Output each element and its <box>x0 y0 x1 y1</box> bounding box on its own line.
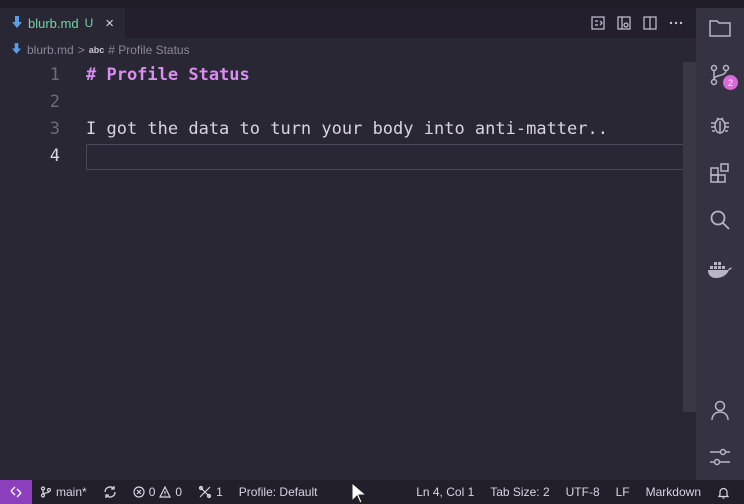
current-line-highlight <box>86 144 696 170</box>
end-of-line[interactable]: LF <box>608 480 638 504</box>
status-bar: main* 0 0 1 Profile: Default Ln 4, Col 1… <box>0 480 744 504</box>
git-untracked-status: U <box>84 16 94 30</box>
run-debug-icon[interactable] <box>696 105 744 145</box>
explorer-icon[interactable] <box>696 8 744 48</box>
breadcrumb-symbol[interactable]: # Profile Status <box>108 43 189 57</box>
breadcrumb-file[interactable]: blurb.md <box>27 43 74 57</box>
ports-count: 1 <box>216 485 223 499</box>
compare-changes-icon[interactable] <box>590 15 606 31</box>
profile-indicator[interactable]: Profile: Default <box>231 480 326 504</box>
markdown-file-icon <box>12 43 21 57</box>
search-icon[interactable] <box>696 200 744 240</box>
warning-count: 0 <box>175 485 183 499</box>
ports-icon <box>198 485 212 499</box>
source-control-icon[interactable]: 2 <box>696 55 744 95</box>
tab-blurb-md[interactable]: blurb.md U × <box>0 8 125 38</box>
breadcrumb-separator: > <box>77 43 85 57</box>
branch-name: main* <box>56 485 87 499</box>
extensions-icon[interactable] <box>696 153 744 193</box>
ports-indicator[interactable]: 1 <box>190 480 231 504</box>
tab-filename: blurb.md <box>28 15 79 31</box>
code-line-heading[interactable]: # Profile Status <box>86 65 250 85</box>
remote-indicator-icon[interactable] <box>0 480 32 504</box>
language-mode[interactable]: Markdown <box>638 480 709 504</box>
sync-icon <box>104 486 116 498</box>
string-symbol-icon: abc <box>88 45 105 55</box>
git-branch[interactable]: main* <box>32 480 95 504</box>
sync-button[interactable] <box>95 480 125 504</box>
editor-area[interactable]: 1 2 3 4 # Profile Status I got the data … <box>0 60 696 480</box>
breadcrumb: blurb.md > abc # Profile Status <box>12 41 190 59</box>
docker-icon[interactable] <box>696 249 744 289</box>
problems-indicator[interactable]: 0 0 <box>125 480 190 504</box>
branch-icon <box>40 486 52 498</box>
markdown-file-icon <box>12 15 22 31</box>
error-count: 0 <box>148 485 156 499</box>
warning-icon <box>159 486 172 498</box>
line-number: 3 <box>49 119 60 139</box>
notifications-button[interactable] <box>709 480 744 504</box>
split-editor-icon[interactable] <box>642 15 658 31</box>
line-number-active: 4 <box>49 146 60 166</box>
line-number: 1 <box>49 65 60 85</box>
accounts-icon[interactable] <box>696 390 744 430</box>
window-top-edge <box>0 0 744 8</box>
tab-bar: blurb.md U × <box>0 8 696 38</box>
tab-size[interactable]: Tab Size: 2 <box>482 480 557 504</box>
more-actions-icon[interactable] <box>668 15 684 31</box>
bell-icon <box>717 487 730 499</box>
cursor-position[interactable]: Ln 4, Col 1 <box>408 480 482 504</box>
error-icon <box>133 486 145 498</box>
close-tab-icon[interactable]: × <box>105 15 114 32</box>
code-line[interactable]: I got the data to turn your body into an… <box>86 119 608 139</box>
source-control-badge: 2 <box>723 75 738 90</box>
line-number: 2 <box>49 92 60 112</box>
open-preview-icon[interactable] <box>616 15 632 31</box>
mouse-pointer-icon <box>351 482 367 504</box>
file-encoding[interactable]: UTF-8 <box>558 480 608 504</box>
manage-settings-icon[interactable] <box>696 437 744 477</box>
vertical-scrollbar[interactable] <box>683 62 696 412</box>
editor-actions <box>590 8 684 38</box>
activity-bar: 2 <box>696 8 744 480</box>
status-bar-right: Ln 4, Col 1 Tab Size: 2 UTF-8 LF Markdow… <box>408 480 744 504</box>
